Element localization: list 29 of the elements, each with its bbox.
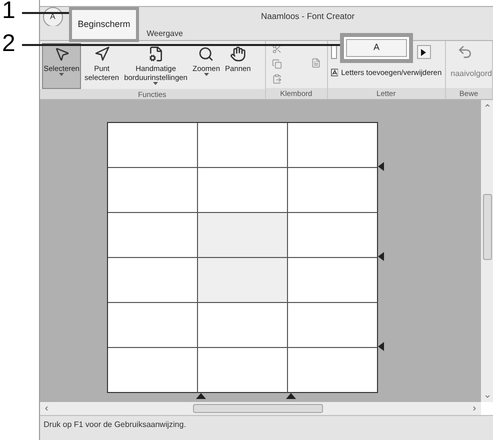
vertical-scrollbar[interactable] — [481, 100, 493, 402]
ribbon-tab[interactable]: Weergave — [140, 27, 189, 40]
scroll-left-icon[interactable] — [42, 405, 50, 412]
ribbon-tab[interactable]: Beginscherm — [69, 7, 139, 42]
pointer-icon — [54, 46, 70, 62]
next-letter-button[interactable] — [416, 45, 431, 59]
scroll-thumb[interactable] — [482, 194, 492, 260]
row-marker-icon[interactable] — [378, 252, 384, 261]
row-marker-icon[interactable] — [378, 342, 384, 351]
document-gear-icon — [148, 46, 164, 62]
sequence-button[interactable]: naaivolgord — [446, 41, 492, 80]
callout-number: 1 — [2, 0, 16, 25]
scissors-icon[interactable] — [272, 44, 282, 54]
triangle-right-icon — [421, 48, 426, 56]
window-title: Naamloos - Font Creator — [260, 10, 356, 23]
row-marker-icon[interactable] — [378, 162, 384, 171]
scroll-down-icon[interactable] — [484, 393, 490, 400]
horizontal-scrollbar[interactable] — [40, 402, 481, 415]
arrow-icon — [94, 46, 110, 62]
callout-number: 2 — [2, 30, 16, 58]
scroll-right-icon[interactable] — [471, 405, 478, 412]
letter-box-icon — [330, 68, 338, 78]
status-text: Druk op F1 voor de Gebruiksaanwijzing. — [44, 419, 186, 431]
scroll-up-icon[interactable] — [484, 102, 490, 109]
hand-icon — [230, 46, 246, 62]
letter-field[interactable]: A — [346, 39, 407, 57]
search-icon — [198, 46, 214, 62]
scroll-thumb[interactable] — [192, 404, 323, 413]
leader-line — [22, 12, 71, 14]
